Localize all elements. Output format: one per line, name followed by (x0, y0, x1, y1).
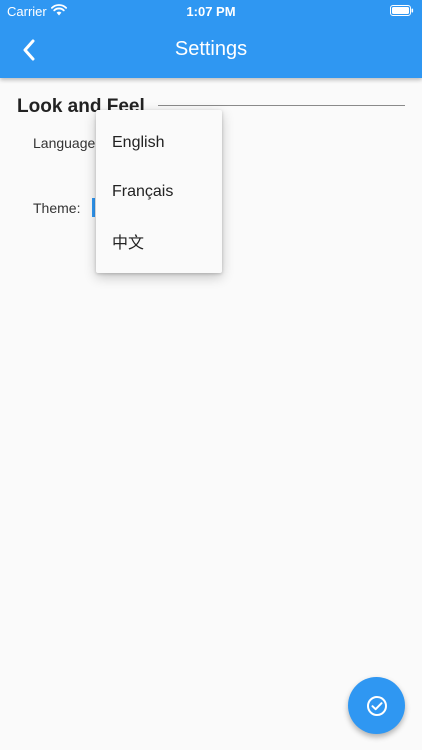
status-bar: Carrier 1:07 PM (0, 0, 422, 22)
status-time: 1:07 PM (186, 4, 236, 19)
theme-label: Theme: (33, 200, 81, 216)
save-fab-button[interactable] (348, 677, 405, 734)
language-option-english[interactable]: English (96, 118, 222, 167)
language-option-french[interactable]: Français (96, 167, 222, 216)
battery-icon (390, 5, 414, 16)
check-circle-icon (366, 695, 387, 716)
section-divider (158, 105, 405, 106)
language-dropdown-menu: English Français 中文 (96, 110, 222, 273)
app-bar: Carrier 1:07 PM Settings (0, 0, 422, 78)
theme-selector-indicator[interactable] (92, 198, 95, 217)
language-option-chinese[interactable]: 中文 (96, 216, 222, 265)
language-label: Language: (33, 135, 100, 151)
settings-screen: Carrier 1:07 PM Settings Look and Feel L… (0, 0, 422, 750)
page-title: Settings (174, 38, 248, 60)
